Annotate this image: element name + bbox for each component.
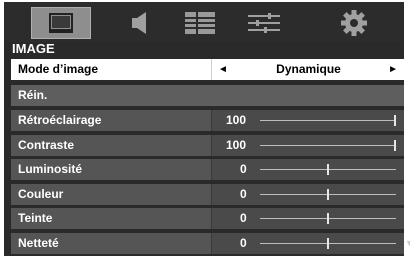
color-slider[interactable] [260, 189, 396, 200]
picture-mode-row[interactable]: Mode d’image ◄ Dynamique ► [11, 59, 404, 80]
contrast-value: 100 [226, 138, 247, 152]
tint-control[interactable]: 0 [211, 208, 404, 229]
tint-row[interactable]: Teinte 0 [11, 208, 404, 229]
brightness-label: Luminosité [18, 162, 83, 176]
tint-slider[interactable] [260, 213, 396, 224]
picture-icon [49, 13, 73, 33]
sharpness-slider-thumb[interactable] [327, 238, 329, 249]
reset-label: Réin. [18, 88, 48, 102]
contrast-slider[interactable] [260, 140, 396, 151]
contrast-slider-thumb[interactable] [394, 140, 396, 151]
tab-sound[interactable] [109, 7, 169, 39]
backlight-slider[interactable] [260, 115, 396, 126]
tab-setup[interactable] [324, 7, 384, 39]
color-row[interactable]: Couleur 0 [11, 184, 404, 205]
backlight-row[interactable]: Rétroéclairage 100 [11, 110, 404, 131]
sharpness-slider[interactable] [260, 238, 396, 249]
color-label: Couleur [18, 187, 64, 201]
brightness-control[interactable]: 0 [211, 159, 404, 180]
reset-row[interactable]: Réin. [11, 85, 404, 106]
category-tab-bar [4, 2, 404, 42]
scroll-down-icon: ▼ [405, 238, 410, 248]
brightness-row[interactable]: Luminosité 0 [11, 159, 404, 180]
section-title: IMAGE [12, 41, 55, 56]
adjust-sliders-icon [248, 13, 280, 33]
backlight-control[interactable]: 100 [211, 110, 404, 131]
menu-lines-icon [185, 12, 215, 34]
color-slider-thumb[interactable] [327, 189, 329, 200]
contrast-row[interactable]: Contraste 100 [11, 135, 404, 156]
tab-picture[interactable] [31, 7, 91, 39]
picture-mode-selector[interactable]: ◄ Dynamique ► [211, 59, 404, 80]
tv-osd-menu: IMAGE Mode d’image ◄ Dynamique ► Réin. R… [0, 0, 410, 258]
sharpness-label: Netteté [18, 236, 59, 250]
tint-label: Teinte [18, 211, 53, 225]
backlight-value: 100 [226, 113, 247, 127]
sharpness-row[interactable]: Netteté 0 [11, 233, 404, 254]
contrast-control[interactable]: 100 [211, 135, 404, 156]
picture-mode-label: Mode d’image [18, 62, 99, 76]
backlight-label: Rétroéclairage [18, 113, 102, 127]
brightness-slider-thumb[interactable] [327, 164, 329, 175]
picture-mode-value: Dynamique [276, 62, 341, 76]
arrow-right-icon[interactable]: ► [388, 59, 398, 80]
color-control[interactable]: 0 [211, 184, 404, 205]
sharpness-control[interactable]: 0 [211, 233, 404, 254]
tint-slider-thumb[interactable] [327, 213, 329, 224]
speaker-icon [132, 12, 146, 34]
tab-settings-adjust[interactable] [234, 7, 294, 39]
tab-channels[interactable] [170, 7, 230, 39]
contrast-label: Contraste [18, 138, 75, 152]
backlight-slider-thumb[interactable] [394, 115, 396, 126]
gear-icon [341, 10, 367, 36]
brightness-slider[interactable] [260, 164, 396, 175]
